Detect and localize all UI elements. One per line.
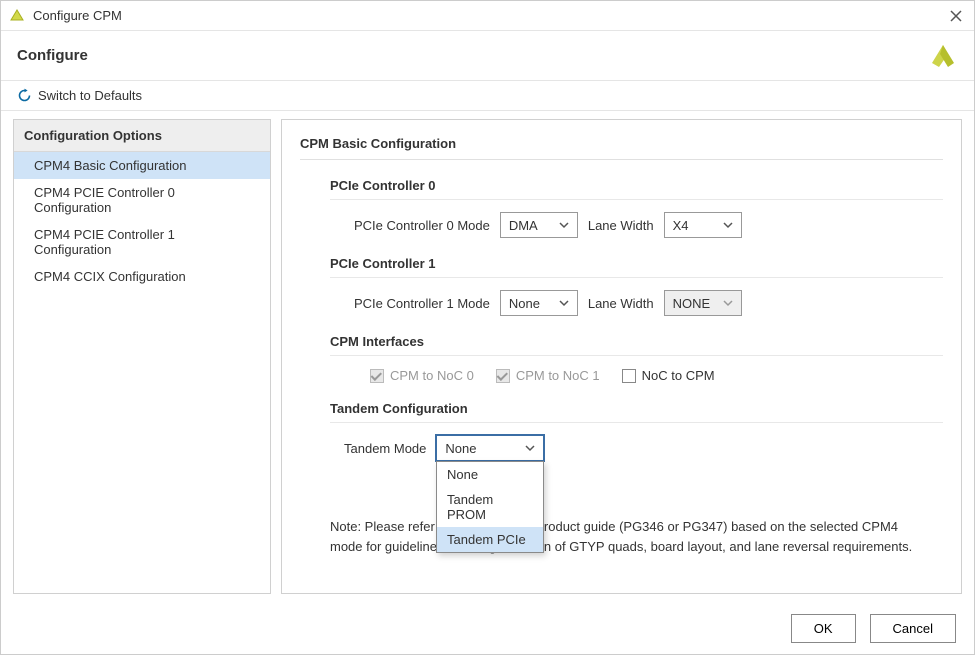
cancel-button[interactable]: Cancel (870, 614, 956, 643)
header: Configure (1, 31, 974, 81)
app-icon (9, 8, 25, 24)
pcie0-lane-label: Lane Width (588, 218, 654, 233)
cpm-to-noc-0-checkbox: CPM to NoC 0 (370, 368, 474, 383)
interfaces-title: CPM Interfaces (330, 334, 943, 356)
sidebar-item-pcie-controller-0[interactable]: CPM4 PCIE Controller 0 Configuration (14, 179, 270, 221)
chevron-down-icon (723, 220, 733, 230)
tandem-mode-label: Tandem Mode (344, 441, 426, 456)
dropdown-option-tandem-prom[interactable]: Tandem PROM (437, 487, 543, 527)
ok-button[interactable]: OK (791, 614, 856, 643)
interfaces-row: CPM to NoC 0 CPM to NoC 1 NoC to CPM (370, 368, 943, 383)
chevron-down-icon (559, 298, 569, 308)
refresh-icon[interactable] (17, 88, 32, 103)
cpm-to-noc-1-label: CPM to NoC 1 (516, 368, 600, 383)
sidebar-item-pcie-controller-1[interactable]: CPM4 PCIE Controller 1 Configuration (14, 221, 270, 263)
noc-to-cpm-checkbox[interactable]: NoC to CPM (622, 368, 715, 383)
pcie0-mode-select[interactable]: DMA (500, 212, 578, 238)
tandem-title: Tandem Configuration (330, 401, 943, 423)
pcie1-title: PCIe Controller 1 (330, 256, 943, 278)
toolbar: Switch to Defaults (1, 81, 974, 111)
pcie1-row: PCIe Controller 1 Mode None Lane Width N… (354, 290, 943, 316)
checkbox-icon (622, 369, 636, 383)
pcie0-mode-label: PCIe Controller 0 Mode (354, 218, 490, 233)
window-title: Configure CPM (33, 8, 946, 23)
pcie1-lane-label: Lane Width (588, 296, 654, 311)
sidebar-header: Configuration Options (14, 120, 270, 152)
sidebar-item-basic-config[interactable]: CPM4 Basic Configuration (14, 152, 270, 179)
pcie1-lane-select: NONE (664, 290, 742, 316)
sidebar-item-ccix-config[interactable]: CPM4 CCIX Configuration (14, 263, 270, 290)
pcie0-title: PCIe Controller 0 (330, 178, 943, 200)
close-icon[interactable] (946, 10, 966, 22)
pcie1-lane-value: NONE (673, 296, 715, 311)
section-title: CPM Basic Configuration (300, 136, 943, 160)
dropdown-option-tandem-pcie[interactable]: Tandem PCIe (437, 527, 543, 552)
chevron-down-icon (525, 443, 535, 453)
cpm-to-noc-1-checkbox: CPM to NoC 1 (496, 368, 600, 383)
pcie0-lane-select[interactable]: X4 (664, 212, 742, 238)
main-panel: CPM Basic Configuration PCIe Controller … (281, 119, 962, 594)
pcie1-mode-label: PCIe Controller 1 Mode (354, 296, 490, 311)
pcie0-mode-value: DMA (509, 218, 551, 233)
pcie0-lane-value: X4 (673, 218, 715, 233)
switch-to-defaults-link[interactable]: Switch to Defaults (38, 88, 142, 103)
tandem-row: Tandem Mode None None Tandem PROM Tandem… (344, 435, 943, 461)
tandem-mode-select[interactable]: None (436, 435, 544, 461)
titlebar: Configure CPM (1, 1, 974, 31)
pcie1-mode-select[interactable]: None (500, 290, 578, 316)
configure-cpm-window: Configure CPM Configure Switch to Defaul… (0, 0, 975, 655)
chevron-down-icon (559, 220, 569, 230)
sidebar: Configuration Options CPM4 Basic Configu… (13, 119, 271, 594)
chevron-down-icon (723, 298, 733, 308)
cpm-to-noc-0-label: CPM to NoC 0 (390, 368, 474, 383)
dropdown-option-none[interactable]: None (437, 462, 543, 487)
page-title: Configure (17, 47, 928, 64)
body: Configuration Options CPM4 Basic Configu… (1, 111, 974, 602)
checkbox-icon (370, 369, 384, 383)
note-text: Note: Please refer to the applicable pro… (330, 517, 913, 556)
noc-to-cpm-label: NoC to CPM (642, 368, 715, 383)
footer: OK Cancel (1, 602, 974, 654)
tandem-mode-value: None (445, 441, 517, 456)
checkbox-icon (496, 369, 510, 383)
tandem-mode-dropdown[interactable]: None Tandem PROM Tandem PCIe (436, 461, 544, 553)
pcie0-row: PCIe Controller 0 Mode DMA Lane Width X4 (354, 212, 943, 238)
pcie1-mode-value: None (509, 296, 551, 311)
brand-logo-icon (928, 41, 958, 71)
